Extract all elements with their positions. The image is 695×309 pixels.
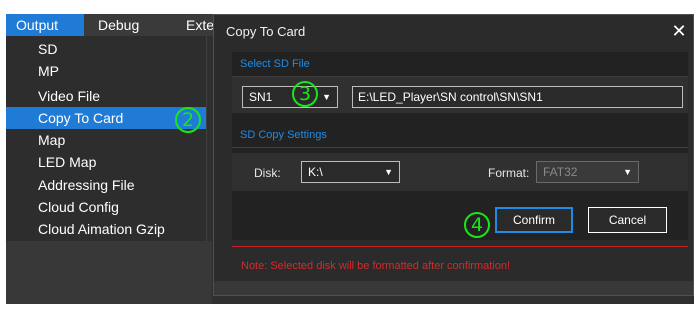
disk-select-value: K:\: [308, 165, 323, 179]
menu-item-cloud-config[interactable]: Cloud Config: [6, 196, 206, 218]
close-icon[interactable]: ✕: [669, 21, 689, 41]
copy-to-card-dialog: Copy To Card ✕ Select SD File SN1 ▼ E:\L…: [213, 14, 694, 296]
callout-4: 4: [464, 212, 490, 238]
callout-2: 2: [175, 107, 201, 133]
disk-label: Disk:: [254, 166, 281, 180]
menu-debug[interactable]: Debug: [84, 14, 164, 36]
sd-copy-settings-heading: SD Copy Settings: [240, 129, 327, 141]
format-label: Format:: [488, 166, 530, 180]
menu-item-cloud-aimation-gzip[interactable]: Cloud Aimation Gzip: [6, 218, 206, 240]
sd-file-path-field[interactable]: E:\LED_Player\SN control\SN\SN1: [352, 86, 683, 108]
warning-divider: [232, 246, 688, 247]
menu-item-sd[interactable]: SD: [6, 38, 206, 60]
dialog-footer-strip: [214, 281, 693, 295]
select-sd-file-heading: Select SD File: [240, 58, 310, 70]
menu-item-map[interactable]: Map: [6, 129, 206, 151]
format-select[interactable]: FAT32 ▼: [536, 161, 639, 183]
callout-3: 3: [292, 81, 318, 107]
menu-output[interactable]: Output: [6, 14, 84, 36]
menu-item-mp[interactable]: MP: [6, 60, 206, 82]
format-select-value: FAT32: [543, 165, 578, 179]
confirm-button[interactable]: Confirm: [495, 207, 573, 233]
menu-item-led-map[interactable]: LED Map: [6, 151, 206, 173]
sn-select-value: SN1: [249, 90, 273, 104]
chevron-down-icon: ▼: [623, 167, 632, 177]
menu-item-addressing-file[interactable]: Addressing File: [6, 174, 206, 196]
dialog-panel: Select SD File SN1 ▼ E:\LED_Player\SN co…: [232, 52, 688, 240]
warning-note: Note: Selected disk will be formatted af…: [241, 260, 511, 272]
cancel-button[interactable]: Cancel: [588, 207, 667, 233]
disk-select[interactable]: K:\ ▼: [301, 161, 400, 183]
dialog-title: Copy To Card: [214, 15, 693, 48]
chevron-down-icon: ▼: [322, 92, 331, 102]
left-panel-background: [6, 241, 212, 304]
output-dropdown-menu: SD MP Video File Copy To Card Map LED Ma…: [6, 36, 207, 242]
sn-select[interactable]: SN1 ▼: [242, 86, 338, 108]
chevron-down-icon: ▼: [384, 167, 393, 177]
menubar: Output Debug Exte: [6, 14, 226, 36]
menu-item-video-file[interactable]: Video File: [6, 85, 206, 107]
divider: [232, 147, 688, 148]
